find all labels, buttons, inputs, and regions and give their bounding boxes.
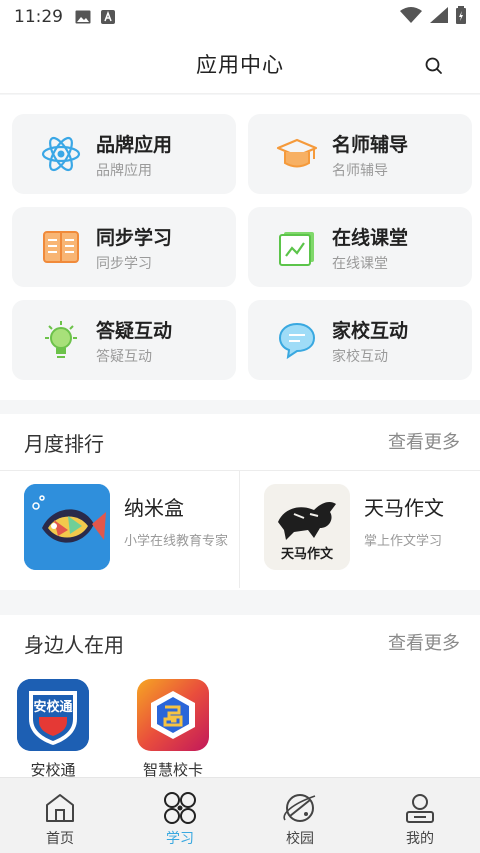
- see-more-link[interactable]: 查看更多: [388, 629, 460, 655]
- lightbulb-icon: [40, 319, 82, 361]
- home-icon: [42, 790, 78, 826]
- book-icon: [40, 226, 82, 268]
- app-sub: 答疑互动: [96, 349, 152, 365]
- online-class-icon: [276, 226, 318, 268]
- app-card-tutor[interactable]: 名师辅导 名师辅导: [248, 114, 472, 194]
- logo-text: 安校通: [33, 699, 72, 715]
- app-name: 品牌应用: [96, 134, 173, 156]
- app-name: 在线课堂: [332, 227, 409, 249]
- app-card-online-class[interactable]: 在线课堂 在线课堂: [248, 207, 472, 287]
- nearby-section: 身边人在用 查看更多 安校通 安校通 智慧校卡: [0, 615, 480, 780]
- horse-app-icon: 天马作文: [264, 484, 350, 570]
- section-title: 身边人在用: [24, 633, 124, 657]
- page-title: 应用中心: [196, 52, 284, 77]
- app-card-brand[interactable]: 品牌应用 品牌应用: [12, 114, 236, 194]
- atom-icon: [40, 133, 82, 175]
- nearby-app-item[interactable]: 智慧校卡: [125, 679, 221, 780]
- learn-icon: [162, 790, 198, 826]
- app-sub: 名师辅导: [332, 163, 388, 179]
- app-name: 名师辅导: [332, 134, 409, 156]
- section-title: 月度排行: [24, 432, 104, 456]
- tab-label: 校园: [286, 831, 314, 847]
- ranking-item[interactable]: 天马作文 天马作文 掌上作文学习: [240, 470, 480, 588]
- tab-label: 首页: [46, 831, 74, 847]
- bottom-tab-bar: 首页 学习 校园 我的: [0, 777, 480, 853]
- nearby-app-item[interactable]: 安校通 安校通: [5, 679, 101, 780]
- ranking-item[interactable]: 纳米盒 小学在线教育专家: [0, 470, 240, 588]
- ranking-item-name: 天马作文: [364, 496, 444, 520]
- app-sub: 在线课堂: [332, 256, 388, 272]
- app-name: 答疑互动: [96, 320, 173, 342]
- app-card-home-school[interactable]: 家校互动 家校互动: [248, 300, 472, 380]
- chat-bubble-icon: [276, 319, 318, 361]
- ranking-item-name: 纳米盒: [124, 496, 184, 520]
- battery-icon: [456, 6, 466, 28]
- tab-label: 学习: [166, 831, 194, 847]
- monthly-ranking-section: 月度排行 查看更多 纳米盒 小学在线教育专家 天马作文 天马作文 掌上作文学习: [0, 414, 480, 590]
- wifi-icon: [400, 7, 422, 27]
- planet-icon: [282, 790, 318, 826]
- tab-label: 我的: [406, 831, 434, 847]
- image-icon: [75, 10, 91, 24]
- tab-mine[interactable]: 我的: [360, 778, 480, 853]
- logo-text: 天马作文: [281, 546, 334, 562]
- app-header: 应用中心: [0, 34, 480, 94]
- app-grid: 品牌应用 品牌应用 名师辅导 名师辅导 同步学习 同步学习 在线课堂 在线课堂 …: [0, 95, 480, 400]
- tab-campus[interactable]: 校园: [240, 778, 360, 853]
- ranking-item-desc: 小学在线教育专家: [124, 534, 229, 549]
- shield-app-icon: 安校通: [17, 679, 89, 751]
- app-sub: 同步学习: [96, 256, 152, 272]
- ranking-item-desc: 掌上作文学习: [364, 534, 443, 549]
- status-bar: 11:29: [0, 0, 480, 34]
- app-card-sync-learning[interactable]: 同步学习 同步学习: [12, 207, 236, 287]
- status-time: 11:29: [14, 7, 63, 27]
- profile-icon: [402, 790, 438, 826]
- cube-app-icon: [137, 679, 209, 751]
- see-more-link[interactable]: 查看更多: [388, 428, 460, 454]
- fish-app-icon: [24, 484, 110, 570]
- signal-icon: [430, 7, 448, 27]
- app-card-qa[interactable]: 答疑互动 答疑互动: [12, 300, 236, 380]
- app-sub: 家校互动: [332, 349, 388, 365]
- text-a-icon: [101, 10, 115, 24]
- tab-home[interactable]: 首页: [0, 778, 120, 853]
- app-name: 家校互动: [332, 320, 409, 342]
- app-sub: 品牌应用: [96, 163, 152, 179]
- search-icon[interactable]: [424, 56, 444, 76]
- tab-learn[interactable]: 学习: [120, 778, 240, 853]
- app-name: 同步学习: [96, 227, 173, 249]
- graduation-cap-icon: [276, 133, 318, 175]
